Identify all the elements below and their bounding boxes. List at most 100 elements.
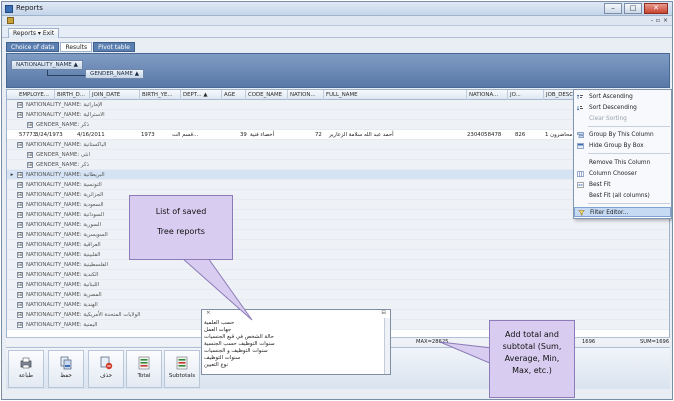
saved-reports-scrollbar[interactable]: [384, 318, 390, 374]
total-button[interactable]: Total: [126, 350, 162, 388]
saved-report-item[interactable]: سنوات التوظيف حسب الجنسية: [204, 341, 275, 347]
group-row[interactable]: ⊞ NATIONALITY_NAME: السورية: [7, 220, 669, 230]
saved-reports-list[interactable]: × ⊟ حسب العلمية جهات العمل حالة الشخص في…: [201, 309, 391, 375]
expand-icon[interactable]: ⊞: [17, 112, 23, 118]
group-row[interactable]: ⊞ NATIONALITY_NAME: العراقية: [7, 240, 669, 250]
expand-icon[interactable]: ⊞: [27, 122, 33, 128]
group-row[interactable]: ⊞ NATIONALITY_NAME: الإماراتية: [7, 100, 669, 110]
expand-icon[interactable]: ⊞: [17, 312, 23, 318]
pin-icon[interactable]: ⊟: [381, 310, 386, 316]
column-header-age[interactable]: AGE: [222, 90, 246, 100]
expand-icon[interactable]: ⊞: [17, 172, 23, 178]
menu-best-fit[interactable]: Best Fit: [574, 180, 671, 190]
mdi-close-button[interactable]: ×: [663, 17, 668, 24]
table-cell[interactable]: 39: [240, 130, 247, 140]
column-header-nation[interactable]: NATION...: [288, 90, 324, 100]
table-cell[interactable]: 826: [515, 130, 525, 140]
table-cell[interactable]: 3/24/1973: [35, 130, 63, 140]
column-header-dept[interactable]: DEPT... ▲: [181, 90, 222, 100]
group-row[interactable]: ⊞ NATIONALITY_NAME: الفلسطينية: [7, 260, 669, 270]
reports-doc-tab[interactable]: Reports ▾ Exit: [8, 28, 60, 38]
mdi-minimize-button[interactable]: -: [651, 17, 653, 24]
group-row[interactable]: ⊞ NATIONALITY_NAME: السودانية: [7, 210, 669, 220]
group-chip-gender[interactable]: GENDER_NAME ▲: [85, 69, 145, 79]
close-list-icon[interactable]: ×: [206, 310, 211, 316]
menu-filter-editor[interactable]: Filter Editor...: [574, 207, 671, 217]
expand-icon[interactable]: ⊞: [17, 322, 23, 328]
group-chip-nationality[interactable]: NATIONALITY_NAME ▲: [11, 60, 83, 70]
mdi-restore-button[interactable]: ▫: [656, 17, 660, 24]
menu-best-fit-all[interactable]: Best Fit (all columns): [574, 191, 671, 201]
expand-icon[interactable]: ⊞: [17, 222, 23, 228]
group-row[interactable]: ⊞ NATIONALITY_NAME: السويسرية: [7, 230, 669, 240]
column-header-code-name[interactable]: CODE_NAME: [246, 90, 288, 100]
group-row[interactable]: ⊞ GENDER_NAME: ذكر: [7, 120, 669, 130]
table-cell[interactable]: 4/16/2011: [77, 130, 105, 140]
group-row[interactable]: ⊞ NATIONALITY_NAME: السعودية: [7, 200, 669, 210]
table-cell[interactable]: أحمد عبد الله سلامة الزعارير: [329, 130, 394, 140]
column-header-full-name[interactable]: FULL_NAME: [324, 90, 467, 100]
menu-sort-descending[interactable]: Sort Descending: [574, 103, 671, 113]
expand-icon[interactable]: ⊞: [17, 102, 23, 108]
group-row[interactable]: ⊞ GENDER_NAME: انثى: [7, 150, 669, 160]
expand-icon[interactable]: ⊞: [17, 262, 23, 268]
expand-icon[interactable]: ⊞: [17, 252, 23, 258]
expand-icon[interactable]: ⊞: [17, 232, 23, 238]
table-cell[interactable]: 1 محاضرون: [545, 130, 572, 140]
tab-choice-of-data[interactable]: Choice of data: [6, 42, 60, 52]
group-row[interactable]: ⊞ NATIONALITY_NAME: الكندية: [7, 270, 669, 280]
table-cell[interactable]: قسم الت...: [172, 130, 198, 140]
expand-icon[interactable]: ⊞: [17, 292, 23, 298]
menu-sort-ascending[interactable]: Sort Ascending: [574, 92, 671, 102]
group-row[interactable]: ⊞ NATIONALITY_NAME: الباكستانية: [7, 140, 669, 150]
expand-icon[interactable]: ⊞: [27, 152, 33, 158]
table-row[interactable]: 57773 3/24/1973 4/16/2011 1973 قسم الت... 39 أ…: [7, 130, 669, 140]
save-button[interactable]: حفظ: [48, 350, 84, 388]
group-row[interactable]: ▸ ⊞ NATIONALITY_NAME: البريطانية: [7, 170, 669, 180]
group-row[interactable]: ⊞ NATIONALITY_NAME: اللبنانية: [7, 280, 669, 290]
tab-results[interactable]: Results: [60, 42, 93, 52]
maximize-button[interactable]: □: [624, 3, 642, 14]
column-header-employee[interactable]: EMPLOYE...: [17, 90, 55, 100]
expand-icon[interactable]: ⊞: [17, 192, 23, 198]
saved-report-item[interactable]: حالة الشخص في قبع الجنسيات: [204, 334, 274, 340]
column-header-join-date[interactable]: JOIN_DATE: [90, 90, 140, 100]
expand-icon[interactable]: ⊞: [17, 302, 23, 308]
expand-icon[interactable]: ⊞: [17, 182, 23, 188]
saved-report-item[interactable]: جهات العمل: [204, 327, 231, 333]
table-cell[interactable]: 57773: [19, 130, 36, 140]
group-row[interactable]: ⊞ GENDER_NAME: ذكر: [7, 160, 669, 170]
expand-icon[interactable]: ⊞: [17, 272, 23, 278]
column-header-birth-date[interactable]: BIRTH_D...: [55, 90, 90, 100]
table-cell[interactable]: 72: [315, 130, 322, 140]
menu-remove-column[interactable]: Remove This Column: [574, 158, 671, 168]
saved-report-item[interactable]: سنوات التوظيف: [204, 355, 240, 361]
delete-button[interactable]: حذف: [88, 350, 124, 388]
print-button[interactable]: طباعة: [8, 350, 44, 388]
expand-icon[interactable]: ⊞: [27, 162, 33, 168]
table-cell[interactable]: 2304058478: [467, 130, 501, 140]
group-row[interactable]: ⊞ NATIONALITY_NAME: التونسية: [7, 180, 669, 190]
saved-report-item[interactable]: سنوات التوظيف و الجنسيات: [204, 348, 268, 354]
table-cell[interactable]: 1973: [141, 130, 155, 140]
menu-hide-group-box[interactable]: Hide Group By Box: [574, 141, 671, 151]
column-header-national-id[interactable]: NATIONA...: [467, 90, 508, 100]
expand-icon[interactable]: ⊞: [17, 202, 23, 208]
group-row[interactable]: ⊞ NATIONALITY_NAME: المصرية: [7, 290, 669, 300]
group-row[interactable]: ⊞ NATIONALITY_NAME: الاسترالية: [7, 110, 669, 120]
minimize-button[interactable]: –: [604, 3, 622, 14]
expand-icon[interactable]: ⊞: [17, 212, 23, 218]
close-button[interactable]: ✕: [644, 3, 668, 14]
table-cell[interactable]: أخصاء فنية: [250, 130, 274, 140]
folder-icon[interactable]: [7, 17, 14, 24]
menu-column-chooser[interactable]: Column Chooser: [574, 169, 671, 179]
group-row[interactable]: ⊞ NATIONALITY_NAME: الفلبينية: [7, 250, 669, 260]
group-row[interactable]: ⊞ NATIONALITY_NAME: الجزائرية: [7, 190, 669, 200]
column-header-birth-year[interactable]: BIRTH_YE...: [140, 90, 181, 100]
subtotals-button[interactable]: Subtotals: [164, 350, 200, 388]
saved-report-item[interactable]: نوع التعيين: [204, 362, 228, 368]
tab-pivot-table[interactable]: Pivot table: [93, 42, 135, 52]
expand-icon[interactable]: ⊞: [17, 242, 23, 248]
expand-icon[interactable]: ⊞: [17, 142, 23, 148]
menu-clear-sorting[interactable]: Clear Sorting: [574, 114, 671, 124]
